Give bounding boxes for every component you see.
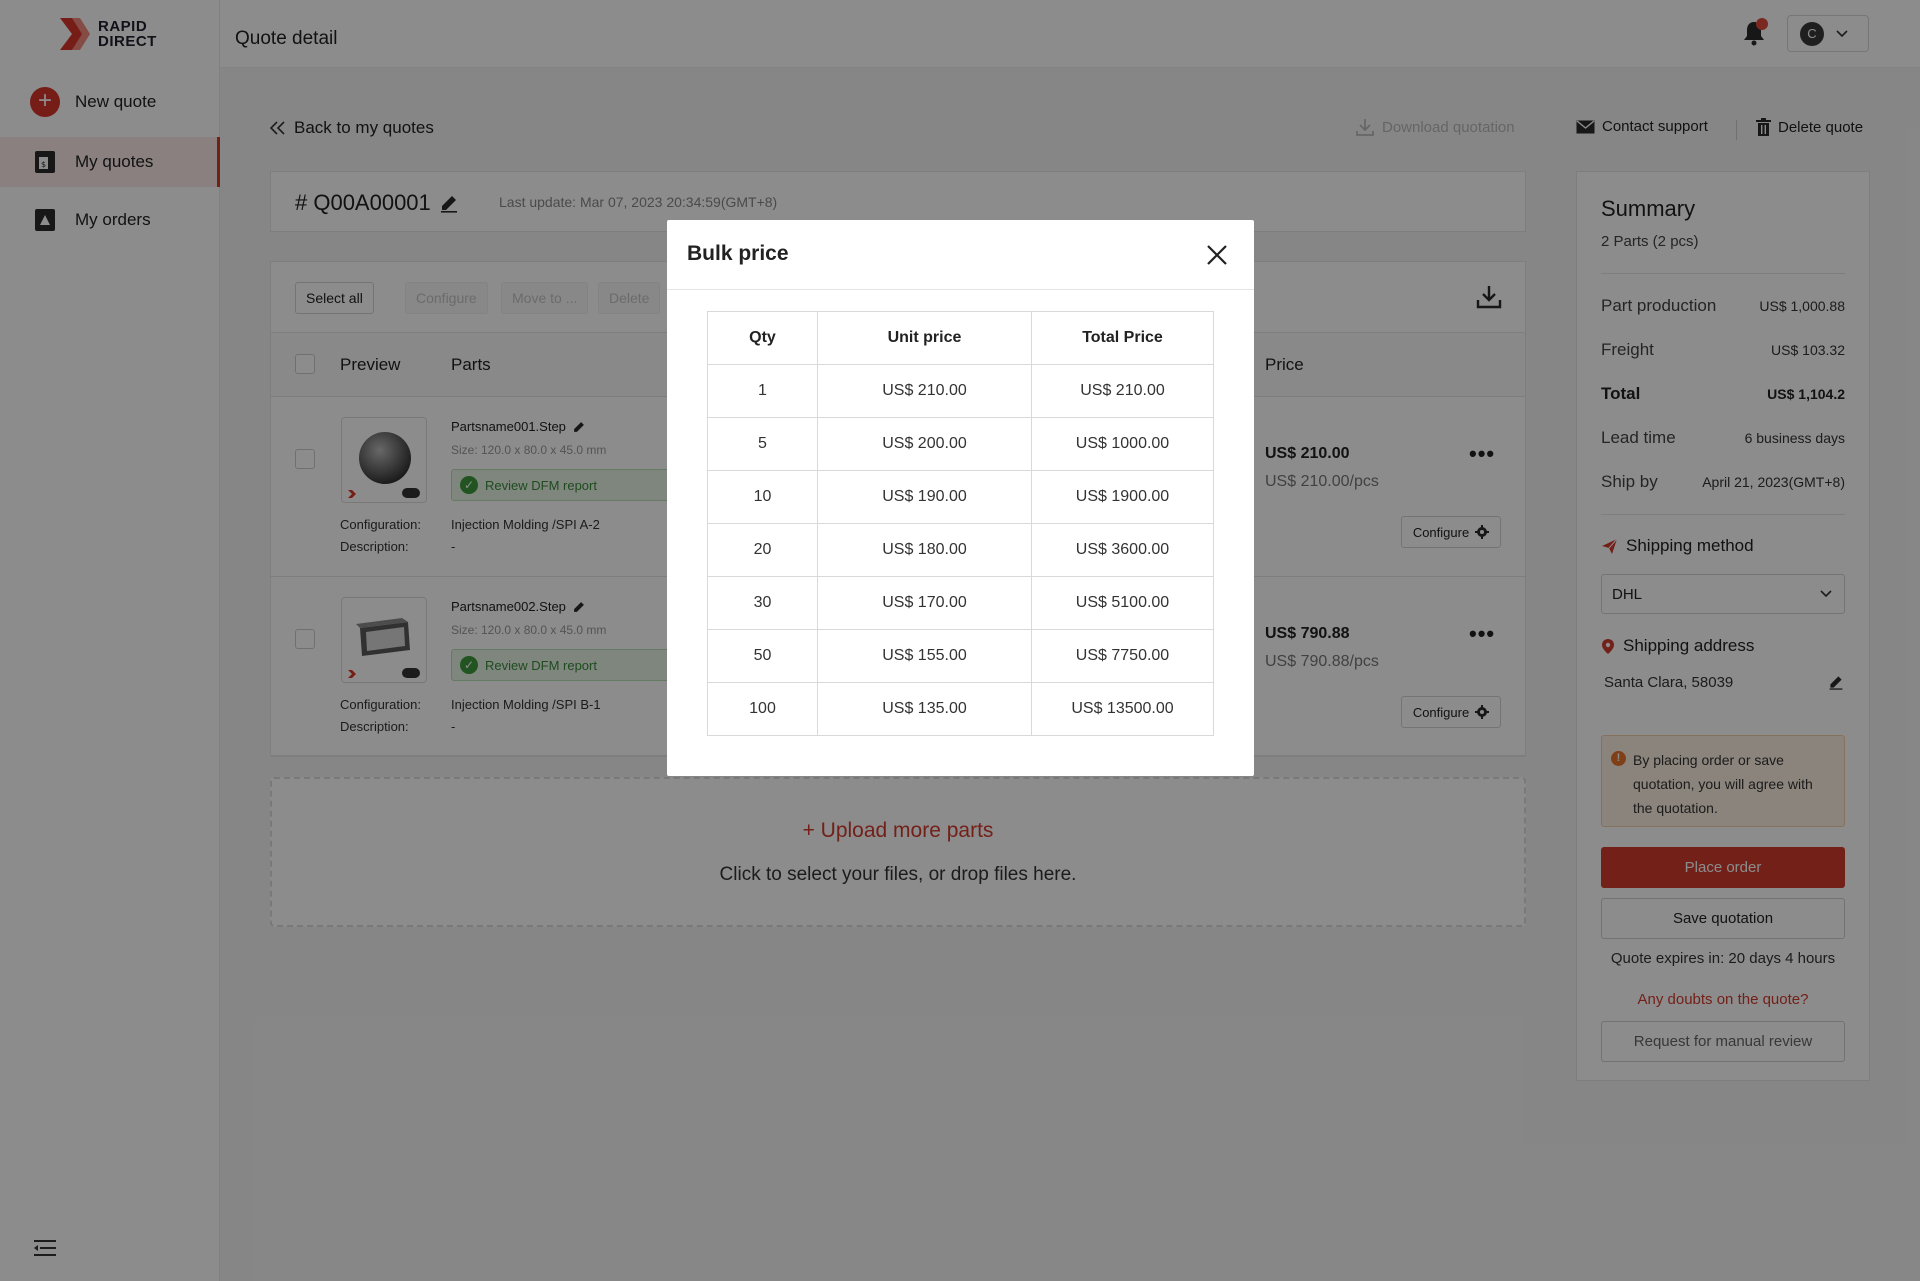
unit-price-cell: US$ 135.00 [817,682,1032,736]
total-price-cell: US$ 5100.00 [1031,576,1214,630]
total-price-cell: US$ 1000.00 [1031,417,1214,471]
total-price-cell: US$ 7750.00 [1031,629,1214,683]
col-total-price: Total Price [1031,311,1214,365]
total-price-cell: US$ 13500.00 [1031,682,1214,736]
qty-cell: 50 [707,629,818,683]
table-row: 10 US$ 190.00 US$ 1900.00 [707,470,1214,524]
col-qty: Qty [707,311,818,365]
unit-price-cell: US$ 155.00 [817,629,1032,683]
total-price-cell: US$ 3600.00 [1031,523,1214,577]
total-price-cell: US$ 1900.00 [1031,470,1214,524]
qty-cell: 10 [707,470,818,524]
col-unit-price: Unit price [817,311,1032,365]
table-row: 100 US$ 135.00 US$ 13500.00 [707,682,1214,736]
close-icon[interactable] [1204,242,1230,268]
qty-cell: 100 [707,682,818,736]
qty-cell: 30 [707,576,818,630]
unit-price-cell: US$ 180.00 [817,523,1032,577]
modal-header: Bulk price [667,220,1254,290]
table-row: 1 US$ 210.00 US$ 210.00 [707,364,1214,418]
qty-cell: 1 [707,364,818,418]
table-row: 20 US$ 180.00 US$ 3600.00 [707,523,1214,577]
table-row: 50 US$ 155.00 US$ 7750.00 [707,629,1214,683]
unit-price-cell: US$ 170.00 [817,576,1032,630]
modal-title: Bulk price [687,242,789,265]
unit-price-cell: US$ 190.00 [817,470,1032,524]
table-row: 5 US$ 200.00 US$ 1000.00 [707,417,1214,471]
unit-price-cell: US$ 210.00 [817,364,1032,418]
bulk-price-modal: Bulk price Qty Unit price Total Price 1 … [667,220,1254,776]
unit-price-cell: US$ 200.00 [817,417,1032,471]
qty-cell: 5 [707,417,818,471]
total-price-cell: US$ 210.00 [1031,364,1214,418]
bulk-price-table: Qty Unit price Total Price 1 US$ 210.00 … [707,311,1214,736]
qty-cell: 20 [707,523,818,577]
table-header-row: Qty Unit price Total Price [707,311,1214,365]
table-row: 30 US$ 170.00 US$ 5100.00 [707,576,1214,630]
